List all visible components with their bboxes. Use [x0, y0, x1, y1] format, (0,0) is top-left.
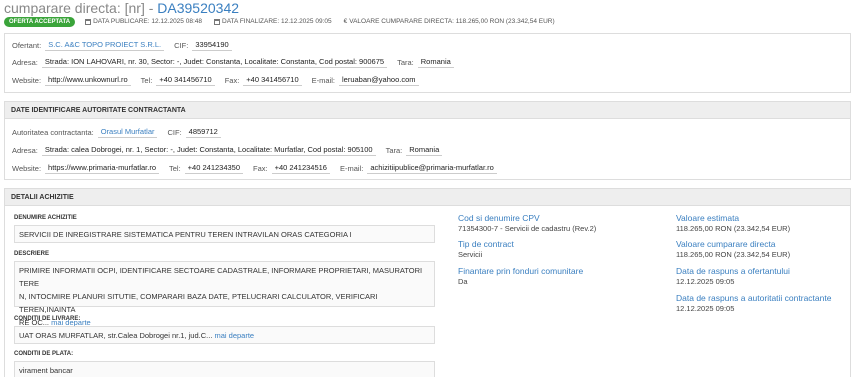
ofertant-link[interactable]: S.C. A&C TOPO PROIECT S.R.L. [45, 40, 165, 51]
tip-contract-value: Servicii [458, 250, 483, 259]
tel-label: Tel: [140, 76, 153, 85]
plata-heading: CONDITII DE PLATA: [14, 351, 74, 357]
title-prefix: cumparare directa: [nr] - [4, 0, 158, 16]
tara-label: Tara: [397, 58, 414, 67]
descriere-box: PRIMIRE INFORMATII OCPI, IDENTIFICARE SE… [14, 261, 435, 327]
cif-value: 4859712 [185, 127, 221, 138]
denumire-box: SERVICII DE INREGISTRARE SISTEMATICA PEN… [14, 225, 435, 243]
cpv-label: Cod si denumire CPV [458, 213, 540, 223]
valoare-estimata-label: Valoare estimata [676, 213, 740, 223]
finalize-date: DATA FINALIZARE: 12.12.2025 09:05 [214, 18, 332, 25]
purchase-value-text: VALOARE CUMPARARE DIRECTA: 118.265,00 RO… [349, 18, 555, 25]
calendar-icon [214, 18, 220, 25]
procedure-code: DA39520342 [157, 0, 240, 16]
raspuns-ofertant-value: 12.12.2025 09:05 [676, 277, 735, 286]
email-label: E-mail: [339, 164, 364, 173]
adresa-label: Adresa: [12, 146, 38, 155]
tel-value: +40 241234350 [184, 163, 244, 174]
finalize-date-text: DATA FINALIZARE: 12.12.2025 09:05 [222, 18, 332, 25]
finantare-label: Finantare prin fonduri comunitare [458, 266, 584, 276]
website-label: Website: [12, 164, 42, 173]
valoare-estimata-value: 118.265,00 RON (23.342,54 EUR) [676, 224, 791, 233]
finantare-value: Da [458, 277, 468, 286]
calendar-icon [85, 18, 92, 25]
ofertant-label: Ofertant: [12, 41, 42, 50]
autoritate-label: Autoritatea contractanta: [12, 128, 94, 137]
fax-value: +40 341456710 [243, 75, 302, 86]
website-label: Website: [12, 76, 42, 85]
autoritate-address-row: Adresa: Strada: calea Dobrogei, nr. 1, S… [12, 144, 452, 157]
cif-label: CIF: [174, 41, 189, 50]
purchase-value: € VALOARE CUMPARARE DIRECTA: 118.265,00 R… [344, 18, 555, 25]
livrare-text: UAT ORAS MURFATLAR, str.Calea Dobrogei n… [19, 331, 213, 340]
mai-departe-link[interactable]: mai departe [215, 331, 255, 340]
tara-value: Romania [406, 145, 443, 156]
publish-date: DATA PUBLICARE: 12.12.2025 08:48 [85, 18, 202, 25]
valoare-cumparare-label: Valoare cumparare directa [676, 239, 776, 249]
ofertant-row: Ofertant: S.C. A&C TOPO PROIECT S.R.L. C… [12, 39, 242, 52]
valoare-cumparare-value: 118.265,00 RON (23.342,54 EUR) [676, 250, 791, 259]
autoritate-heading: DATE IDENTIFICARE AUTORITATE CONTRACTANT… [5, 102, 850, 119]
tara-value: Romania [417, 57, 454, 68]
detalii-heading: DETALII ACHIZITIE [5, 189, 850, 206]
raspuns-ofertant-label: Data de raspuns a ofertantului [676, 266, 790, 276]
autoritate-row: Autoritatea contractanta: Orasul Murfatl… [12, 126, 231, 139]
tel-label: Tel: [169, 164, 181, 173]
page-header: cumparare directa: [nr] - DA39520342 OFE… [4, 0, 855, 30]
autoritate-link[interactable]: Orasul Murfatlar [97, 127, 158, 138]
website-value: https://www.primaria-murfatlar.ro [45, 163, 159, 174]
raspuns-autoritate-label: Data de raspuns a autoritatii contractan… [676, 293, 832, 303]
fax-label: Fax: [253, 164, 268, 173]
cif-value: 33954190 [192, 40, 232, 51]
livrare-box: UAT ORAS MURFATLAR, str.Calea Dobrogei n… [14, 326, 435, 344]
euro-icon: € [343, 18, 348, 25]
livrare-heading: CONDITII DE LIVRARE: [14, 316, 81, 322]
adresa-value: Strada: calea Dobrogei, nr. 1, Sector: -… [41, 145, 376, 156]
plata-box: virament bancar [14, 361, 435, 377]
ofertant-address-row: Adresa: Strada: ION LAHOVARI, nr. 30, Se… [12, 56, 464, 69]
adresa-value: Strada: ION LAHOVARI, nr. 30, Sector: -,… [41, 57, 388, 68]
plata-text: virament bancar [19, 366, 73, 375]
email-label: E-mail: [311, 76, 335, 85]
page-title: cumparare directa: [nr] - DA39520342 [4, 0, 855, 16]
email-value: leruaban@yahoo.com [339, 75, 419, 86]
status-badge: OFERTA ACCEPTATA [4, 16, 76, 27]
email-value: achizitiipublice@primaria-murfatlar.ro [367, 163, 497, 174]
raspuns-autoritate-value: 12.12.2025 09:05 [676, 304, 735, 313]
descriere-line-1: PRIMIRE INFORMATII OCPI, IDENTIFICARE SE… [19, 266, 423, 288]
ofertant-contact-row: Website: http://www.unkownurl.ro Tel: +4… [12, 74, 429, 87]
fax-label: Fax: [224, 76, 240, 85]
cif-label: CIF: [167, 128, 182, 137]
denumire-heading: DENUMIRE ACHIZITIE [14, 215, 77, 221]
tel-value: +40 341456710 [156, 75, 215, 86]
cpv-value: 71354300-7 - Servicii de cadastru (Rev.2… [458, 224, 597, 233]
descriere-heading: DESCRIERE [14, 251, 50, 257]
adresa-label: Adresa: [12, 58, 38, 67]
autoritate-panel: DATE IDENTIFICARE AUTORITATE CONTRACTANT… [4, 101, 851, 180]
autoritate-contact-row: Website: https://www.primaria-murfatlar.… [12, 162, 507, 175]
detalii-panel: DETALII ACHIZITIE DENUMIRE ACHIZITIE SER… [4, 188, 851, 377]
tip-contract-label: Tip de contract [458, 239, 514, 249]
fax-value: +40 241234516 [271, 163, 330, 174]
publish-date-text: DATA PUBLICARE: 12.12.2025 08:48 [93, 18, 202, 25]
denumire-text: SERVICII DE INREGISTRARE SISTEMATICA PEN… [19, 230, 352, 239]
tara-label: Tara: [385, 146, 403, 155]
meta-bar: OFERTA ACCEPTATA DATA PUBLICARE: 12.12.2… [4, 16, 567, 27]
ofertant-panel: Ofertant: S.C. A&C TOPO PROIECT S.R.L. C… [4, 33, 851, 93]
descriere-line-2: N, INTOCMIRE PLANURI SITUTIE, COMPARARI … [19, 292, 378, 314]
website-value: http://www.unkownurl.ro [45, 75, 131, 86]
